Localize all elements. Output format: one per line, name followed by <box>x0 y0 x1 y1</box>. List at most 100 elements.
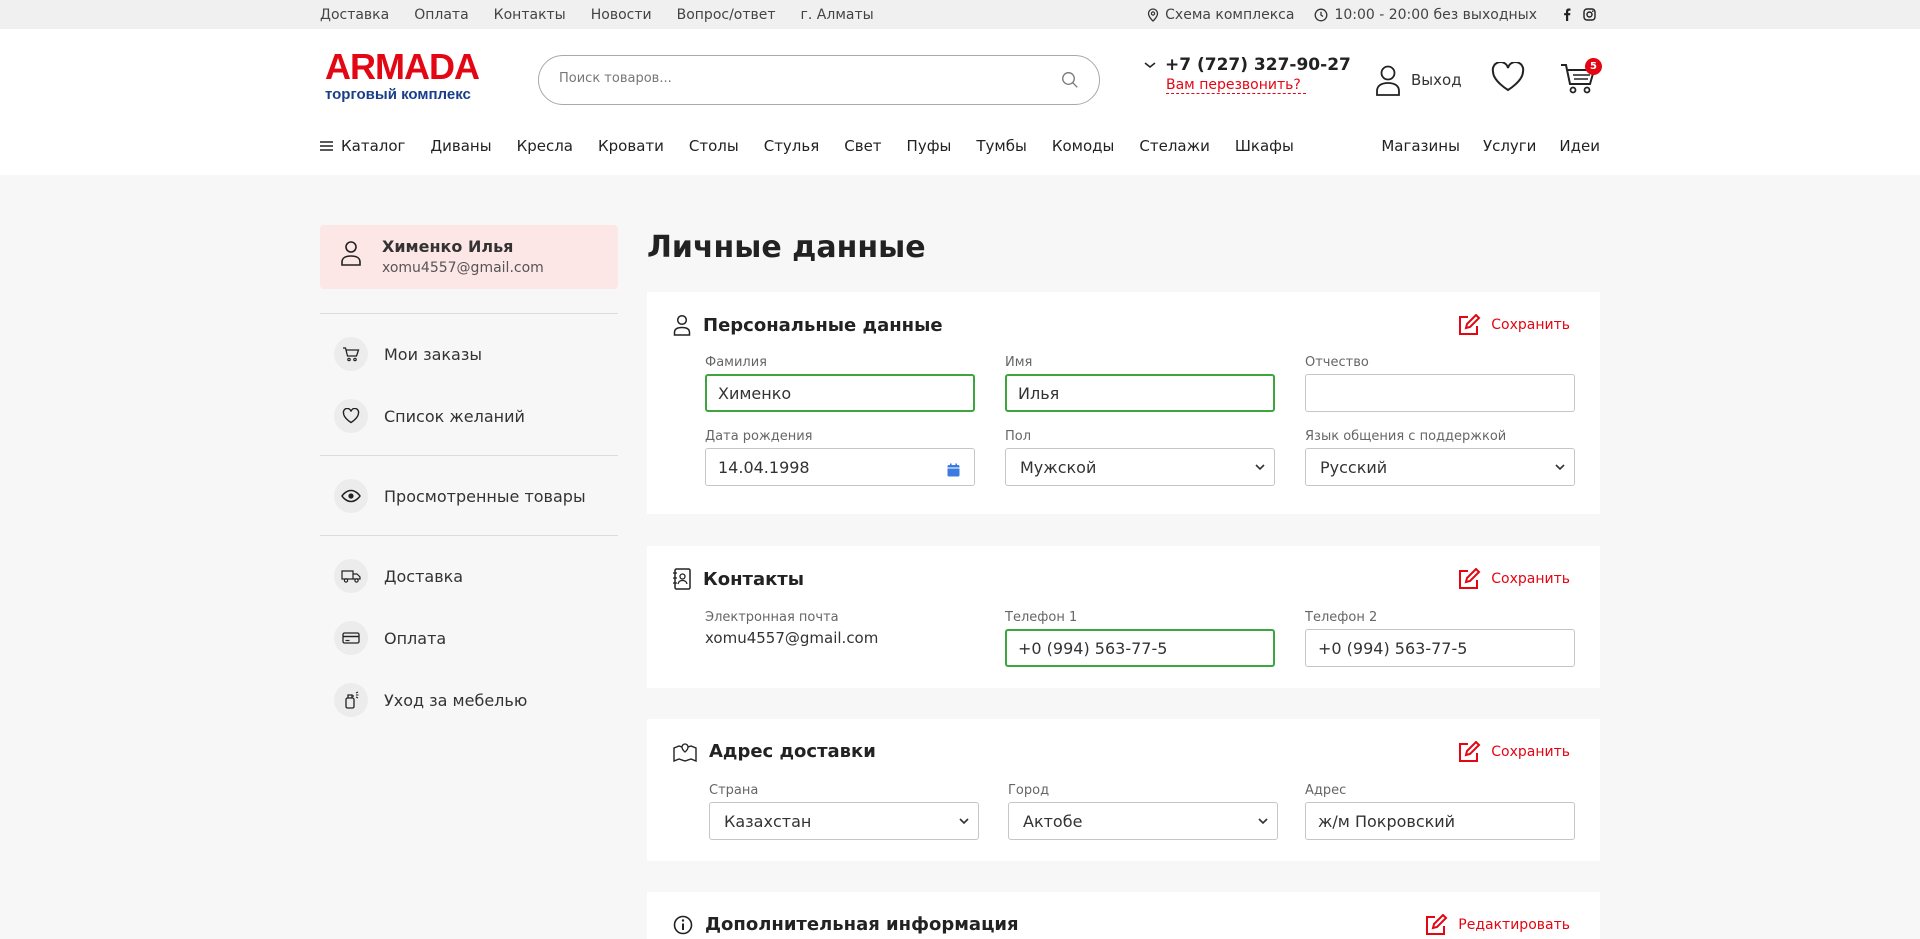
nav-item-ideas[interactable]: Идеи <box>1559 137 1600 155</box>
wishlist-icon[interactable] <box>1491 62 1525 92</box>
personal-data-title-text: Персональные данные <box>703 314 943 336</box>
top-link-contacts[interactable]: Контакты <box>494 7 566 23</box>
site-logo[interactable]: ARMADA торговый комплекс <box>325 49 490 104</box>
delivery-address-title-text: Адрес доставки <box>709 741 876 762</box>
field-label: Дата рождения <box>705 429 813 444</box>
city-select[interactable]: Актобе <box>1008 802 1278 840</box>
top-link-faq[interactable]: Вопрос/ответ <box>677 7 776 23</box>
city-selector[interactable]: г. Алматы <box>801 7 874 23</box>
name-input[interactable]: Илья <box>1005 374 1275 412</box>
sidebar-divider <box>320 313 618 314</box>
phone-number[interactable]: +7 (727) 327-90-27 <box>1143 55 1351 75</box>
edit-icon <box>1457 314 1481 336</box>
logout-label: Выход <box>1411 71 1462 89</box>
logout-button[interactable]: Выход <box>1375 64 1462 96</box>
profile-card: Хименко Илья xomu4557@gmail.com <box>320 225 618 289</box>
credit-card-icon <box>334 621 368 655</box>
profile-name: Хименко Илья <box>382 237 514 256</box>
nav-item-tables[interactable]: Столы <box>689 137 739 155</box>
instagram-icon[interactable] <box>1583 8 1596 21</box>
top-link-news[interactable]: Новости <box>591 7 652 23</box>
page-title: Личные данные <box>647 230 926 265</box>
phone2-input[interactable]: +0 (994) 563-77-5 <box>1305 629 1575 667</box>
patronymic-input[interactable] <box>1305 374 1575 412</box>
complex-scheme-label: Схема комплекса <box>1165 6 1295 23</box>
chevron-down-icon <box>958 815 970 827</box>
working-hours: 10:00 - 20:00 без выходных <box>1314 7 1537 23</box>
sidebar-item-label: Список желаний <box>384 406 525 426</box>
search-icon[interactable] <box>1061 71 1079 89</box>
field-label: Отчество <box>1305 355 1369 370</box>
save-personal-button[interactable]: Сохранить <box>1457 314 1570 336</box>
phone1-input[interactable]: +0 (994) 563-77-5 <box>1005 629 1275 667</box>
truck-icon <box>334 559 368 593</box>
nav-item-sofas[interactable]: Диваны <box>430 137 491 155</box>
additional-info-card: Дополнительная информация Редактировать <box>647 892 1600 939</box>
sidebar-item-wishlist[interactable]: Список желаний <box>334 399 525 433</box>
country-select[interactable]: Казахстан <box>709 802 979 840</box>
contact-book-icon <box>673 568 691 590</box>
chevron-down-icon <box>1254 461 1266 473</box>
top-bar: Доставка Оплата Контакты Новости Вопрос/… <box>0 0 1920 29</box>
spray-icon <box>334 683 368 717</box>
clock-icon <box>1314 8 1328 22</box>
nav-item-chairs[interactable]: Стулья <box>764 137 820 155</box>
sidebar-item-delivery[interactable]: Доставка <box>334 559 463 593</box>
edit-additional-info-button[interactable]: Редактировать <box>1424 914 1570 936</box>
search-input[interactable] <box>559 71 1039 86</box>
field-label: Телефон 2 <box>1305 610 1378 625</box>
sidebar-item-viewed[interactable]: Просмотренные товары <box>334 479 586 513</box>
birthdate-field: Дата рождения 14.04.1998 <box>705 429 975 486</box>
top-link-payment[interactable]: Оплата <box>414 7 468 23</box>
nav-item-stores[interactable]: Магазины <box>1381 137 1460 155</box>
surname-input[interactable]: Хименко <box>705 374 975 412</box>
edit-icon <box>1457 568 1481 590</box>
cart-button[interactable]: 5 <box>1560 58 1602 98</box>
nav-item-dressers[interactable]: Комоды <box>1052 137 1115 155</box>
save-contacts-button[interactable]: Сохранить <box>1457 568 1570 590</box>
complex-scheme-link[interactable]: Схема комплекса <box>1147 7 1294 23</box>
address-field: Адрес ж/м Покровский <box>1305 783 1575 840</box>
nav-item-services[interactable]: Услуги <box>1483 137 1536 155</box>
gender-select[interactable]: Мужской <box>1005 448 1275 486</box>
email-field: Электронная почта xomu4557@gmail.com <box>705 610 975 647</box>
eye-icon <box>334 479 368 513</box>
additional-info-title: Дополнительная информация <box>673 914 1019 935</box>
address-input[interactable]: ж/м Покровский <box>1305 802 1575 840</box>
nav-item-shelves[interactable]: Стелажи <box>1139 137 1209 155</box>
user-icon <box>1375 64 1401 96</box>
nav-item-poufs[interactable]: Пуфы <box>907 137 952 155</box>
edit-icon <box>1424 914 1448 936</box>
nav-item-lighting[interactable]: Свет <box>844 137 881 155</box>
city-field: Город Актобе <box>1008 783 1278 840</box>
name-field: Имя Илья <box>1005 355 1275 412</box>
birthdate-input[interactable]: 14.04.1998 <box>705 448 975 486</box>
nav-item-beds[interactable]: Кровати <box>598 137 664 155</box>
nav-item-armchairs[interactable]: Кресла <box>517 137 573 155</box>
save-address-button[interactable]: Сохранить <box>1457 741 1570 763</box>
sidebar-item-furniture-care[interactable]: Уход за мебелью <box>334 683 527 717</box>
top-info: Схема комплекса 10:00 - 20:00 без выходн… <box>1127 0 1596 29</box>
sidebar-item-label: Просмотренные товары <box>384 486 586 506</box>
catalog-menu-button[interactable]: Каталог <box>320 137 405 155</box>
calendar-icon[interactable] <box>947 463 960 477</box>
personal-data-title: Персональные данные <box>673 314 943 336</box>
language-select[interactable]: Русский <box>1305 448 1575 486</box>
sidebar-item-label: Доставка <box>384 566 464 586</box>
nav-item-wardrobes[interactable]: Шкафы <box>1235 137 1294 155</box>
sidebar-item-label: Оплата <box>384 628 447 648</box>
map-pin-icon <box>1147 7 1159 22</box>
language-field: Язык общения с поддержкой Русский <box>1305 429 1575 486</box>
working-hours-label: 10:00 - 20:00 без выходных <box>1334 6 1537 23</box>
gender-field: Пол Мужской <box>1005 429 1275 486</box>
catalog-label: Каталог <box>341 137 406 155</box>
sidebar-item-orders[interactable]: Мои заказы <box>334 337 482 371</box>
nav-item-nightstands[interactable]: Тумбы <box>976 137 1026 155</box>
sidebar-item-payment[interactable]: Оплата <box>334 621 446 655</box>
country-field: Страна Казахстан <box>709 783 979 840</box>
callback-link[interactable]: Вам перезвонить? <box>1166 77 1306 94</box>
facebook-icon[interactable] <box>1563 8 1571 21</box>
top-link-delivery[interactable]: Доставка <box>320 7 389 23</box>
logo-brand: ARMADA <box>325 46 480 87</box>
delivery-address-title: Адрес доставки <box>673 741 876 762</box>
